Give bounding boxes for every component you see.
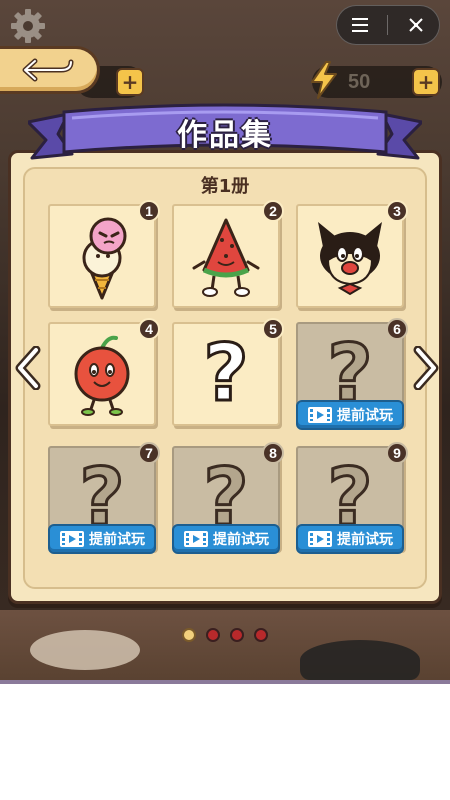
volume-label: 第1册 — [200, 176, 250, 197]
video-icon — [308, 531, 332, 547]
card-number-badge: 7 — [138, 442, 160, 464]
settings-gear-icon[interactable] — [8, 6, 48, 46]
back-button[interactable] — [0, 46, 100, 94]
try-early-label: 提前试玩 — [89, 532, 145, 548]
card-7-locked[interactable]: ? 7 提前试玩 — [48, 442, 160, 554]
card-number-badge: 3 — [386, 200, 408, 222]
page-title: 作品集 — [177, 118, 273, 153]
back-arrow-icon — [22, 58, 73, 82]
card-8-locked[interactable]: ? 8 提前试玩 — [172, 442, 284, 554]
page-dot[interactable] — [254, 628, 268, 642]
menu-icon[interactable] — [342, 7, 378, 43]
card-3[interactable]: 3 — [296, 200, 408, 308]
card-number-badge: 1 — [138, 200, 160, 222]
watermelon-icon — [192, 218, 260, 297]
bottom-area — [0, 680, 450, 800]
next-page-arrow-icon[interactable] — [410, 346, 440, 390]
card-number-badge: 8 — [262, 442, 284, 464]
capsule-divider — [387, 15, 389, 35]
cartoon-cat-icon — [318, 222, 382, 296]
try-early-label: 提前试玩 — [337, 532, 393, 548]
card-5[interactable]: ? 5 — [172, 318, 284, 426]
try-early-button[interactable]: 提前试玩 — [48, 524, 156, 554]
close-icon[interactable] — [398, 7, 434, 43]
video-icon — [308, 407, 332, 423]
page-dot[interactable] — [230, 628, 244, 642]
add-energy-button[interactable]: + — [412, 68, 440, 96]
card-number-badge: 6 — [386, 318, 408, 340]
add-coins-button[interactable]: + — [116, 68, 144, 96]
page-dot[interactable] — [206, 628, 220, 642]
apple-icon — [74, 335, 130, 416]
card-9-locked[interactable]: ? 9 提前试玩 — [296, 442, 408, 554]
page-dot-active[interactable] — [182, 628, 196, 642]
page-indicator — [0, 628, 450, 642]
mini-program-capsule — [336, 5, 440, 45]
lightning-icon — [311, 61, 337, 99]
energy-counter: 50 + — [311, 61, 442, 99]
try-early-button[interactable]: 提前试玩 — [172, 524, 280, 554]
try-early-label: 提前试玩 — [213, 532, 269, 548]
card-4[interactable]: 4 — [48, 318, 160, 426]
video-icon — [60, 531, 84, 547]
question-mark-icon: ? — [202, 329, 250, 420]
try-early-button[interactable]: 提前试玩 — [296, 524, 404, 554]
try-early-label: 提前试玩 — [337, 408, 393, 424]
card-2[interactable]: 2 — [172, 200, 284, 308]
try-early-button[interactable]: 提前试玩 — [296, 400, 404, 430]
previous-page-arrow-icon[interactable] — [14, 346, 44, 390]
ice-cream-icon — [82, 217, 127, 300]
card-number-badge: 4 — [138, 318, 160, 340]
energy-count: 50 — [348, 70, 371, 93]
card-number-badge: 2 — [262, 200, 284, 222]
card-1[interactable]: 1 — [48, 200, 160, 308]
video-icon — [184, 531, 208, 547]
bottom-edge — [0, 680, 450, 684]
card-number-badge: 5 — [262, 318, 284, 340]
card-number-badge: 9 — [386, 442, 408, 464]
card-6-locked[interactable]: ? 6 提前试玩 — [296, 318, 408, 430]
background-hat — [300, 640, 420, 680]
